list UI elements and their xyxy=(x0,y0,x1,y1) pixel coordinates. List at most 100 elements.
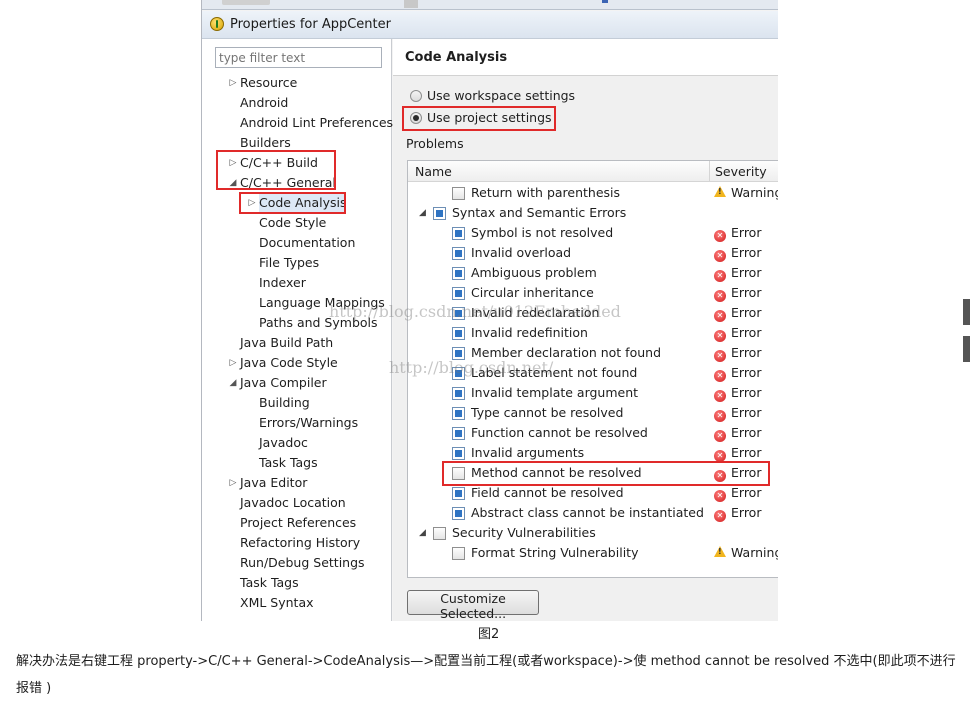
problem-group-row[interactable]: ◢ Security Vulnerabilities xyxy=(408,523,778,543)
problem-row[interactable]: Field cannot be resolved ✕ Error xyxy=(408,483,778,503)
column-header-severity[interactable]: Severity xyxy=(715,164,767,179)
problem-name: Invalid arguments xyxy=(471,445,585,460)
radio-workspace-settings[interactable]: Use workspace settings xyxy=(410,86,575,106)
problem-checkbox[interactable] xyxy=(452,487,465,500)
table-header: Name Severity xyxy=(408,161,778,182)
problem-row[interactable]: Invalid template argument ✕ Error xyxy=(408,383,778,403)
problem-checkbox[interactable] xyxy=(452,247,465,260)
problem-row[interactable]: Type cannot be resolved ✕ Error xyxy=(408,403,778,423)
column-header-name[interactable]: Name xyxy=(415,164,452,179)
tree-item-label: Javadoc Location xyxy=(240,495,346,510)
problem-row[interactable]: Invalid redefinition ✕ Error xyxy=(408,323,778,343)
problem-row[interactable]: Member declaration not found ✕ Error xyxy=(408,343,778,363)
tree-item-run-debug-settings[interactable]: Run/Debug Settings xyxy=(240,553,365,573)
problem-severity: ✕ Error xyxy=(714,263,761,283)
category-tree-pane: ▷Resource Android Android Lint Preferenc… xyxy=(202,39,393,621)
problem-name: Return with parenthesis xyxy=(471,185,621,200)
tree-item-resource[interactable]: ▷ Resource xyxy=(230,73,298,93)
error-icon: ✕ xyxy=(714,250,726,262)
severity-label: Error xyxy=(731,265,762,280)
column-divider[interactable] xyxy=(709,161,710,182)
tree-item-paths-symbols[interactable]: Paths and Symbols xyxy=(259,313,378,333)
problem-checkbox[interactable] xyxy=(452,507,465,520)
error-icon: ✕ xyxy=(714,510,726,522)
problem-checkbox[interactable] xyxy=(452,307,465,320)
problem-name: Invalid template argument xyxy=(471,385,639,400)
collapse-arrow-icon[interactable]: ◢ xyxy=(419,203,426,223)
tree-item-android-lint[interactable]: Android Lint Preferences xyxy=(240,113,393,133)
problem-checkbox[interactable] xyxy=(452,367,465,380)
figure-caption: 图2 xyxy=(478,627,500,642)
tree-item-language-mappings[interactable]: Language Mappings xyxy=(259,293,385,313)
tree-item-code-style[interactable]: Code Style xyxy=(259,213,326,233)
tree-item-project-references[interactable]: Project References xyxy=(240,513,356,533)
problem-name: Circular inheritance xyxy=(471,285,594,300)
tree-item-android[interactable]: Android xyxy=(240,93,288,113)
problem-row[interactable]: Label statement not found ✕ Error xyxy=(408,363,778,383)
problem-row[interactable]: Return with parenthesis Warning xyxy=(408,183,778,203)
problem-checkbox[interactable] xyxy=(452,447,465,460)
problem-row[interactable]: Ambiguous problem ✕ Error xyxy=(408,263,778,283)
problem-row[interactable]: Circular inheritance ✕ Error xyxy=(408,283,778,303)
problem-checkbox[interactable] xyxy=(452,227,465,240)
expand-arrow-icon[interactable]: ▷ xyxy=(228,473,238,493)
error-icon: ✕ xyxy=(714,270,726,282)
tree-item-javadoc-location[interactable]: Javadoc Location xyxy=(240,493,346,513)
tree-item-java-compiler[interactable]: ◢ Java Compiler xyxy=(230,373,327,393)
tree-item-indexer[interactable]: Indexer xyxy=(259,273,306,293)
tree-item-documentation[interactable]: Documentation xyxy=(259,233,355,253)
tree-item-javadoc[interactable]: Javadoc xyxy=(259,433,308,453)
problem-name: Invalid redeclaration xyxy=(471,305,600,320)
problem-row[interactable]: Function cannot be resolved ✕ Error xyxy=(408,423,778,443)
problem-checkbox[interactable] xyxy=(452,427,465,440)
tree-item-java-build-path[interactable]: Java Build Path xyxy=(240,333,333,353)
problem-row[interactable]: Invalid arguments ✕ Error xyxy=(408,443,778,463)
collapse-arrow-icon[interactable]: ◢ xyxy=(419,523,426,543)
problem-row[interactable]: Symbol is not resolved ✕ Error xyxy=(408,223,778,243)
expand-arrow-icon[interactable]: ▷ xyxy=(228,73,238,93)
problem-checkbox[interactable] xyxy=(452,547,465,560)
expand-arrow-icon[interactable]: ▷ xyxy=(228,353,238,373)
tree-item-java-editor[interactable]: ▷ Java Editor xyxy=(230,473,308,493)
highlight-box-cpp xyxy=(216,150,336,190)
collapse-arrow-icon[interactable]: ◢ xyxy=(228,373,238,393)
problem-row[interactable]: Invalid redeclaration ✕ Error xyxy=(408,303,778,323)
android-app-icon xyxy=(210,17,224,31)
problem-checkbox[interactable] xyxy=(433,207,446,220)
severity-label: Error xyxy=(731,245,762,260)
problem-row[interactable]: Invalid overload ✕ Error xyxy=(408,243,778,263)
problem-name: Format String Vulnerability xyxy=(471,545,639,560)
background-window-strip xyxy=(202,0,778,10)
severity-label: Error xyxy=(731,365,762,380)
problem-checkbox[interactable] xyxy=(452,287,465,300)
problem-checkbox[interactable] xyxy=(452,327,465,340)
problem-checkbox[interactable] xyxy=(433,527,446,540)
severity-label: Warning xyxy=(731,185,778,200)
severity-label: Warning xyxy=(731,545,778,560)
problem-row[interactable]: Format String Vulnerability Warning xyxy=(408,543,778,563)
problem-checkbox[interactable] xyxy=(452,267,465,280)
filter-input[interactable] xyxy=(215,47,382,68)
problem-checkbox[interactable] xyxy=(452,407,465,420)
tree-item-xml-syntax[interactable]: XML Syntax xyxy=(240,593,314,613)
tree-item-java-code-style[interactable]: ▷ Java Code Style xyxy=(230,353,338,373)
tree-item-errors-warnings[interactable]: Errors/Warnings xyxy=(259,413,358,433)
problem-checkbox[interactable] xyxy=(452,387,465,400)
code-analysis-panel: Code Analysis Use workspace settings Use… xyxy=(393,39,778,621)
problem-group-row[interactable]: ◢ Syntax and Semantic Errors xyxy=(408,203,778,223)
tree-item-refactoring-history[interactable]: Refactoring History xyxy=(240,533,360,553)
problem-name: Function cannot be resolved xyxy=(471,425,648,440)
problem-severity: ✕ Error xyxy=(714,423,761,443)
tree-item-task-tags-compiler[interactable]: Task Tags xyxy=(259,453,318,473)
customize-selected-button[interactable]: Customize Selected... xyxy=(407,590,539,621)
problem-checkbox[interactable] xyxy=(452,347,465,360)
problem-checkbox[interactable] xyxy=(452,187,465,200)
problem-severity: Warning xyxy=(714,543,778,563)
radio-button[interactable] xyxy=(410,90,422,102)
tree-item-building[interactable]: Building xyxy=(259,393,310,413)
tree-item-task-tags[interactable]: Task Tags xyxy=(240,573,299,593)
severity-label: Error xyxy=(731,305,762,320)
tree-item-label: Task Tags xyxy=(259,455,318,470)
tree-item-file-types[interactable]: File Types xyxy=(259,253,319,273)
problem-row[interactable]: Abstract class cannot be instantiated ✕ Er… xyxy=(408,503,778,523)
